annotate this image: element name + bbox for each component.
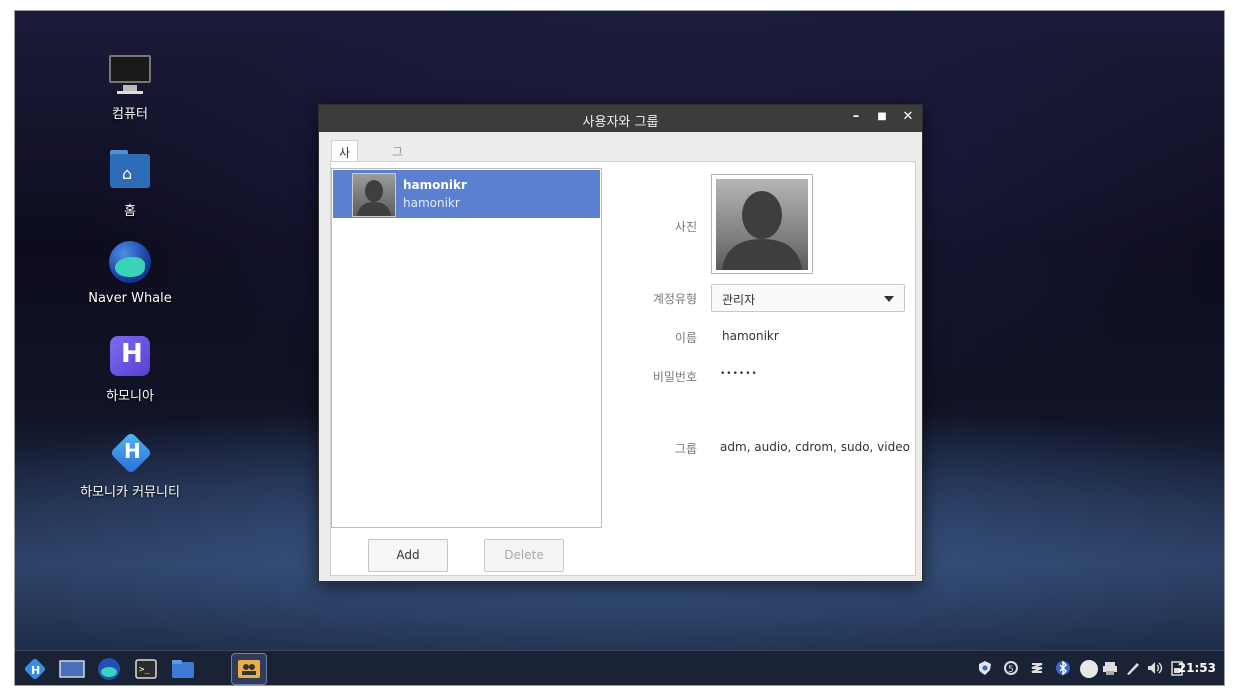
pen-icon[interactable] bbox=[1125, 660, 1141, 680]
account-type-value: 관리자 bbox=[722, 293, 756, 307]
avatar bbox=[352, 173, 396, 217]
desktop-icon-label: 하모니카 커뮤니티 bbox=[80, 485, 180, 500]
whale-icon bbox=[107, 239, 153, 285]
maximize-button[interactable]: ■ bbox=[873, 111, 891, 122]
user-silhouette-icon bbox=[722, 191, 802, 270]
desktop-icon-hamonikr-community[interactable]: H 하모니카 커뮤니티 bbox=[75, 429, 185, 500]
groups-label: 그룹 bbox=[674, 442, 697, 456]
photo-button[interactable] bbox=[711, 174, 813, 274]
home-folder-icon: ⌂ bbox=[107, 148, 153, 194]
shield-icon[interactable] bbox=[977, 660, 993, 680]
svg-text:>_: >_ bbox=[139, 665, 150, 675]
delete-button[interactable]: Delete bbox=[484, 539, 564, 572]
password-label: 비밀번호 bbox=[652, 370, 697, 384]
window-title: 사용자와 그룹 bbox=[582, 115, 659, 130]
password-value[interactable]: •••••• bbox=[720, 369, 758, 379]
name-value[interactable]: hamonikr bbox=[722, 329, 779, 343]
taskbar: H >_ 5 21:53 bbox=[15, 650, 1224, 685]
desktop-icon-label: 컴퓨터 bbox=[112, 107, 148, 122]
terminal-icon[interactable]: >_ bbox=[134, 657, 158, 681]
hamonikr-menu-icon[interactable]: H bbox=[23, 657, 47, 681]
desktop-icon-home[interactable]: ⌂ 홈 bbox=[75, 148, 185, 219]
window-titlebar[interactable]: 사용자와 그룹 – ■ ✕ bbox=[319, 105, 922, 132]
volume-icon[interactable] bbox=[1146, 660, 1164, 680]
monitor-icon bbox=[107, 51, 153, 97]
account-type-select[interactable]: 관리자 bbox=[711, 284, 905, 312]
sync-icon[interactable]: 5 bbox=[1003, 660, 1019, 680]
desktop-icon-label: Naver Whale bbox=[88, 291, 172, 306]
user-display-name: hamonikr bbox=[403, 178, 467, 192]
harmonia-icon: H bbox=[107, 333, 153, 379]
tab-users[interactable]: 사용자 bbox=[331, 140, 359, 194]
user-list[interactable]: hamonikr hamonikr bbox=[331, 168, 602, 528]
circle-icon[interactable] bbox=[1079, 660, 1099, 682]
chevron-down-icon bbox=[884, 296, 894, 302]
network-icon[interactable] bbox=[1029, 660, 1045, 680]
svg-text:5: 5 bbox=[1008, 665, 1014, 675]
desktop-icon[interactable] bbox=[59, 657, 85, 681]
close-button[interactable]: ✕ bbox=[899, 109, 917, 124]
files-icon[interactable] bbox=[170, 657, 194, 681]
users-and-groups-window: 사용자와 그룹 – ■ ✕ 사용자 그룹 hamonikr hamonikr A… bbox=[318, 104, 923, 582]
desktop-icon-naver-whale[interactable]: Naver Whale bbox=[75, 239, 185, 306]
minimize-button[interactable]: – bbox=[847, 109, 865, 124]
users-groups-icon[interactable] bbox=[237, 657, 261, 681]
add-button[interactable]: Add bbox=[368, 539, 448, 572]
tab-groups[interactable]: 그룹 bbox=[385, 140, 410, 176]
user-list-item[interactable]: hamonikr hamonikr bbox=[333, 170, 600, 218]
printer-icon[interactable] bbox=[1102, 660, 1118, 680]
user-silhouette-icon bbox=[357, 180, 391, 216]
desktop-icon-label: 홈 bbox=[124, 204, 136, 219]
name-label: 이름 bbox=[674, 331, 697, 345]
desktop-icon-computer[interactable]: 컴퓨터 bbox=[75, 51, 185, 122]
desktop-icon-label: 하모니아 bbox=[106, 389, 154, 404]
bluetooth-icon[interactable] bbox=[1055, 660, 1071, 680]
user-username: hamonikr bbox=[403, 196, 460, 210]
hamonikr-community-icon: H bbox=[107, 429, 153, 475]
photo-label: 사진 bbox=[674, 220, 697, 234]
svg-text:H: H bbox=[31, 664, 40, 677]
clock[interactable]: 21:53 bbox=[1178, 661, 1216, 675]
account-type-label: 계정유형 bbox=[652, 292, 697, 306]
groups-value[interactable]: adm, audio, cdrom, sudo, video bbox=[720, 440, 910, 454]
whale-icon[interactable] bbox=[97, 657, 121, 681]
desktop-icon-harmonia[interactable]: H 하모니아 bbox=[75, 333, 185, 404]
